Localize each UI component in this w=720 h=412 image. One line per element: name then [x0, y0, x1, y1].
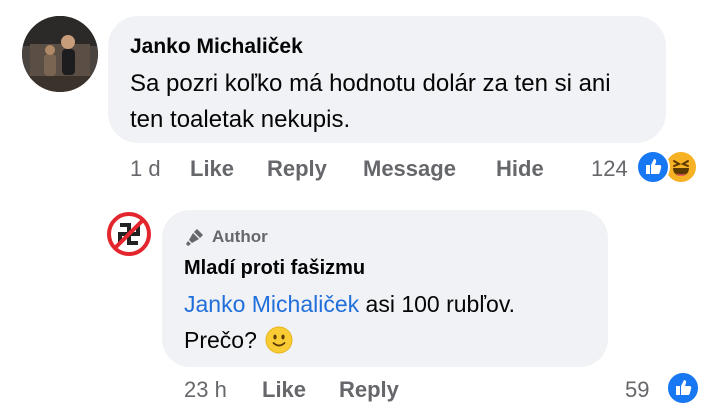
- like-icon[interactable]: [666, 371, 700, 405]
- reply-like-button[interactable]: Like: [262, 377, 306, 403]
- comment-text: Sa pozri koľko má hodnotu dolár za ten s…: [130, 70, 611, 133]
- commenter-photo: [22, 16, 98, 92]
- reply-text-line2: Prečo?: [184, 327, 257, 353]
- commenter-avatar[interactable]: [22, 16, 98, 92]
- comment-message-button[interactable]: Message: [363, 156, 456, 182]
- like-icon[interactable]: [636, 150, 670, 184]
- reply-reaction-count[interactable]: 59: [625, 377, 649, 403]
- page-avatar[interactable]: [106, 211, 152, 257]
- author-badge: Author: [184, 226, 268, 248]
- comment-timestamp[interactable]: 1 d: [130, 156, 161, 182]
- reply-text-line1: asi 100 rubľov.: [359, 291, 516, 317]
- reply-author-name[interactable]: Mladí proti fašizmu: [184, 257, 365, 280]
- antifascist-logo: [107, 212, 151, 256]
- comment-reaction-count[interactable]: 124: [591, 156, 628, 182]
- comment-reply-button[interactable]: Reply: [267, 156, 327, 182]
- microphone-icon: [186, 229, 203, 246]
- reply-timestamp[interactable]: 23 h: [184, 377, 227, 403]
- reply-text: Janko Michaliček asi 100 rubľov. Prečo?: [184, 286, 604, 358]
- slightly-smiling-face-icon: [265, 326, 293, 354]
- comment-like-button[interactable]: Like: [190, 156, 234, 182]
- reply-reply-button[interactable]: Reply: [339, 377, 399, 403]
- mention-link[interactable]: Janko Michaliček: [184, 291, 359, 317]
- comment-author-name[interactable]: Janko Michaliček: [130, 35, 303, 59]
- comment-hide-button[interactable]: Hide: [496, 156, 544, 182]
- author-badge-label: Author: [212, 227, 268, 246]
